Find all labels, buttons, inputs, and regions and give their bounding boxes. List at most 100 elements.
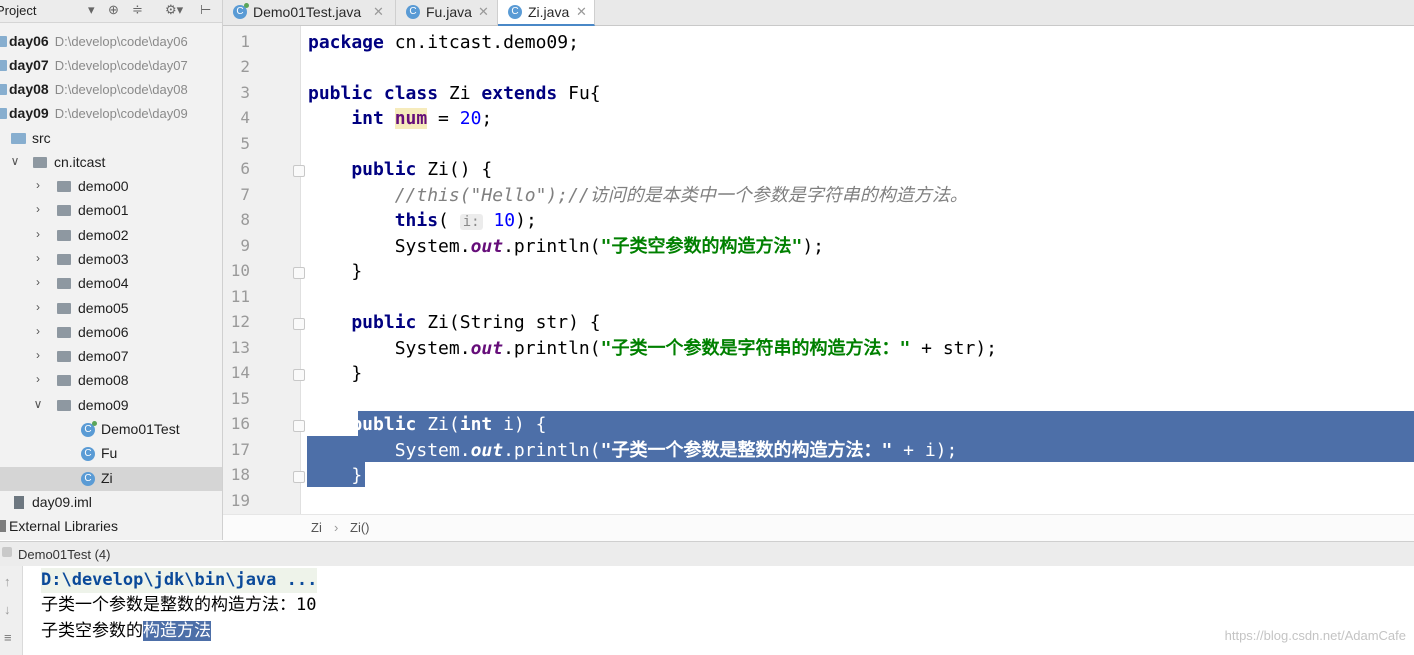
tree-item-demo08[interactable]: › demo08 [0, 369, 222, 393]
code-text: Zi() { [427, 159, 493, 180]
code-line-10: } [308, 259, 362, 284]
project-view-title[interactable]: Project [0, 3, 36, 18]
module-icon [0, 60, 7, 71]
chevron-right-icon[interactable]: › [32, 372, 44, 386]
chevron-down-icon[interactable]: ∨ [32, 397, 44, 411]
tree-item-demo01test[interactable]: C Demo01Test [0, 418, 222, 442]
line-number: 19 [230, 491, 250, 510]
tree-item-label: demo09 [78, 397, 129, 413]
code-line-14: } [308, 361, 362, 386]
tree-item-demo04[interactable]: › demo04 [0, 272, 222, 296]
module-path: D:\develop\code\day08 [54, 82, 188, 97]
locate-target-icon[interactable]: ⊕ [108, 2, 119, 18]
code-text: cn.itcast.demo09; [394, 32, 579, 53]
code-editor[interactable]: 1 2 3 4 5 6 7 8 9 10 11 12 13 14 15 16 1… [223, 26, 1414, 514]
tree-item-label: demo05 [78, 300, 129, 316]
line-number: 2 [240, 57, 250, 76]
chevron-right-icon[interactable]: › [32, 348, 44, 362]
tree-item-day08[interactable]: day08 D:\develop\code\day08 [0, 78, 222, 102]
close-icon[interactable]: ✕ [478, 4, 489, 20]
tree-item-day09[interactable]: day09 D:\develop\code\day09 [0, 102, 222, 126]
tree-item-demo00[interactable]: › demo00 [0, 175, 222, 199]
run-tab-title[interactable]: Demo01Test (4) [18, 547, 110, 562]
tab-demo01test-java[interactable]: C Demo01Test.java ✕ [223, 0, 396, 25]
tree-item-cn-itcast[interactable]: ∨ cn.itcast [0, 151, 222, 175]
tree-item-zi[interactable]: C Zi [0, 467, 222, 491]
code-line-8: this( i: 10); [308, 208, 537, 233]
fold-marker-icon[interactable] [293, 267, 305, 279]
tab-zi-java[interactable]: C Zi.java ✕ [498, 0, 595, 26]
tree-item-demo05[interactable]: › demo05 [0, 297, 222, 321]
tree-item-label: demo07 [78, 348, 129, 364]
fold-marker-icon[interactable] [293, 318, 305, 330]
console-text: 子类空参数的 [41, 621, 143, 641]
close-icon[interactable]: ✕ [373, 4, 384, 20]
tree-item-day09-iml[interactable]: day09.iml [0, 491, 222, 515]
fold-marker-icon[interactable] [293, 420, 305, 432]
console-selected-text: 构造方法 [143, 621, 211, 641]
line-number: 9 [240, 236, 250, 255]
chevron-right-icon[interactable]: › [32, 178, 44, 192]
keyword: public [308, 159, 428, 180]
code-line-3: public class Zi extends Fu{ [308, 81, 601, 106]
chevron-right-icon[interactable]: › [32, 202, 44, 216]
gear-icon[interactable]: ⚙▾ [165, 2, 183, 18]
module-path: D:\develop\code\day06 [54, 34, 188, 49]
tree-item-src[interactable]: src [0, 127, 222, 151]
tree-item-demo07[interactable]: › demo07 [0, 345, 222, 369]
code-line-6: public Zi() { [308, 157, 492, 182]
fold-marker-icon[interactable] [293, 369, 305, 381]
library-icon [0, 520, 6, 532]
console-line: 子类一个参数是整数的构造方法：10 [41, 595, 317, 615]
breadcrumb-method[interactable]: Zi() [350, 520, 370, 535]
line-number: 18 [230, 465, 250, 484]
tree-item-demo09[interactable]: ∨ demo09 [0, 394, 222, 418]
breadcrumb-class[interactable]: Zi [311, 520, 322, 535]
run-config-icon [2, 547, 12, 557]
tab-fu-java[interactable]: C Fu.java ✕ [396, 0, 498, 25]
collapse-all-icon[interactable]: ≑ [132, 2, 143, 18]
code-line-7: //this("Hello");//访问的是本类中一个参数是字符串的构造方法。 [308, 183, 968, 208]
static-field: out [470, 440, 504, 461]
package-icon [57, 205, 71, 216]
arrow-up-icon[interactable]: ↑ [4, 574, 11, 589]
chevron-right-icon[interactable]: › [32, 227, 44, 241]
tree-item-external-libraries[interactable]: External Libraries [0, 515, 222, 539]
package-icon [57, 254, 71, 265]
package-icon [57, 375, 71, 386]
run-toolbar: ↑ ↓ ≡ [0, 566, 23, 655]
watermark: https://blog.csdn.net/AdamCafe [1224, 628, 1406, 643]
module-label: day06 [9, 33, 49, 49]
dropdown-arrow-icon[interactable]: ▾ [88, 2, 95, 18]
line-number: 17 [230, 440, 250, 459]
package-icon [57, 303, 71, 314]
run-panel-header: Demo01Test (4) [0, 541, 1414, 567]
tree-item-demo02[interactable]: › demo02 [0, 224, 222, 248]
tree-item-demo03[interactable]: › demo03 [0, 248, 222, 272]
tree-item-demo01[interactable]: › demo01 [0, 199, 222, 223]
soft-wrap-icon[interactable]: ≡ [4, 630, 12, 645]
run-console[interactable]: D:\develop\jdk\bin\java ... 子类一个参数是整数的构造… [0, 566, 1414, 655]
code-line-9: System.out.println("子类空参数的构造方法"); [308, 234, 824, 259]
package-icon [57, 278, 71, 289]
chevron-right-icon[interactable]: › [32, 324, 44, 338]
tree-item-day07[interactable]: day07 D:\develop\code\day07 [0, 54, 222, 78]
code-text: i) { [503, 414, 547, 435]
arrow-down-icon[interactable]: ↓ [4, 602, 11, 617]
line-number: 4 [240, 108, 250, 127]
fold-marker-icon[interactable] [293, 471, 305, 483]
chevron-right-icon[interactable]: › [32, 300, 44, 314]
hide-panel-icon[interactable]: ⊢ [200, 2, 211, 18]
code-line-4: int num = 20; [308, 106, 492, 131]
chevron-right-icon[interactable]: › [32, 275, 44, 289]
chevron-right-icon[interactable]: › [32, 251, 44, 265]
code-text: ; [481, 108, 493, 129]
chevron-down-icon[interactable]: ∨ [9, 154, 21, 168]
close-icon[interactable]: ✕ [576, 4, 587, 20]
fold-marker-icon[interactable] [293, 165, 305, 177]
tree-item-day06[interactable]: day06 D:\develop\code\day06 [0, 30, 222, 54]
tree-item-demo06[interactable]: › demo06 [0, 321, 222, 345]
code-text: ( [438, 210, 460, 231]
tree-item-fu[interactable]: C Fu [0, 442, 222, 466]
